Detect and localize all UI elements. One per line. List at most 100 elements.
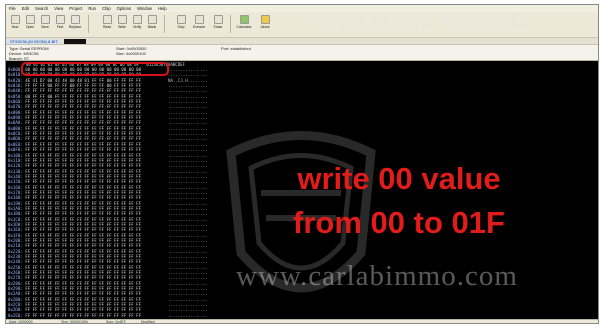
hex-bytes[interactable]: FF FF FF FF FF FF FF FF FF FF FF FF FF F… — [25, 217, 141, 222]
hex-bytes[interactable]: FF FF FF FF FF FF FF FF FF FF FF FF FF F… — [25, 254, 141, 259]
hex-bytes[interactable]: FF FF FF FF FF FF FF FF FF FF FF FF FF F… — [25, 110, 141, 115]
hex-bytes[interactable]: FF FF FF 00 FF FF 00 FF FF FF FF 00 FF F… — [25, 83, 141, 88]
ascii-row: ................ — [168, 179, 208, 185]
read-button[interactable]: Read — [100, 14, 114, 34]
toolbar-separator — [164, 15, 165, 33]
hex-bytes[interactable]: FF FF FF FF FF FF FF FF FF FF FF FF FF F… — [25, 286, 141, 291]
search-icon — [55, 15, 65, 24]
hex-bytes[interactable]: FF FF FF FF FF FF FF FF FF FF FF FF FF F… — [25, 275, 141, 280]
hex-bytes[interactable]: FF FF FF FF FF FF FF FF FF FF FF FF FF F… — [25, 169, 141, 174]
hex-address: 0x140: — [8, 173, 23, 179]
verify-icon — [132, 15, 142, 24]
menu-chip[interactable]: Chip — [99, 6, 114, 11]
ascii-row: ................ — [168, 72, 208, 78]
menu-project[interactable]: Project — [66, 6, 85, 11]
execute-icon — [194, 15, 204, 24]
new-button[interactable]: New — [8, 14, 22, 34]
hex-bytes[interactable]: FF FF FF FF FF FF FF FF FF FF FF FF FF F… — [25, 115, 141, 120]
hex-address: 0x160: — [8, 184, 23, 190]
ascii-row: ................ — [168, 312, 208, 318]
find-button[interactable]: Find — [53, 14, 67, 34]
hex-bytes[interactable]: FF FF FF FF FF FF FF FF FF FF FF FF FF F… — [25, 249, 141, 254]
hex-bytes[interactable]: FF FF FF FF FF FF FF FF FF FF FF FF FF F… — [25, 243, 141, 248]
menu-bar: File Edit Search View Project Run Chip O… — [6, 5, 598, 12]
hex-address: 0x0A0: — [8, 120, 23, 126]
hex-bytes[interactable]: FF FF FF FF FF FF FF FF FF FF FF FF FF F… — [25, 120, 141, 125]
hex-bytes[interactable]: FF FF FF FF FF FF FF FF FF FF FF FF FF F… — [25, 227, 141, 232]
hex-bytes[interactable]: FF FF FF FF FF FF FF FF FF FF FF FF FF F… — [25, 131, 141, 136]
hex-bytes[interactable]: FF FF FF FF FF FF FF FF FF FF FF FF FF F… — [25, 206, 141, 211]
menu-search[interactable]: Search — [32, 6, 51, 11]
menu-view[interactable]: View — [51, 6, 66, 11]
hex-address: 0x240: — [8, 259, 23, 265]
calculator-button[interactable]: Calculator — [236, 14, 252, 34]
hex-bytes[interactable]: FF FF FF FF FF FF FF FF FF FF FF FF FF F… — [25, 259, 141, 264]
hex-address: 0x030: — [8, 83, 23, 89]
hex-bytes[interactable]: FF FF FF FF FF FF FF FF FF FF FF FF FF F… — [25, 281, 141, 286]
hex-bytes[interactable]: FF FF FF FF FF FF FF FF FF FF FF FF FF F… — [25, 163, 141, 168]
hex-bytes[interactable]: FF FF FF FF FF FF FF FF FF FF FF FF FF F… — [25, 291, 141, 296]
hex-bytes[interactable]: FF FF FF FF FF FF FF FF FF FF FF FF FF F… — [25, 142, 141, 147]
hex-bytes[interactable]: FF FF FF FF FF FF FF FF FF FF FF FF FF F… — [25, 302, 141, 307]
execute-button[interactable]: Execute — [192, 14, 206, 34]
ascii-row: ................ — [168, 120, 208, 126]
hex-address: 0x250: — [8, 264, 23, 270]
blank-button[interactable]: Blank — [145, 14, 159, 34]
open-button[interactable]: Open — [23, 14, 37, 34]
hex-bytes[interactable]: FF FF FF FF FF FF FF FF FF FF FF FF FF F… — [25, 307, 141, 312]
hex-bytes[interactable]: FF FF FF FF FF FF FF FF FF FF FF FF FF F… — [25, 147, 141, 152]
hex-bytes[interactable]: FF FF FF FF FF FF FF FF FF FF FF FF FF F… — [25, 195, 141, 200]
hex-address: 0x120: — [8, 163, 23, 169]
hex-bytes[interactable]: FF FF FF FF FF FF FF FF FF FF FF FF FF F… — [25, 265, 141, 270]
hex-bytes[interactable]: FF FF FF FF FF FF FF FF FF FF FF FF FF F… — [25, 233, 141, 238]
verify-button[interactable]: Verify — [130, 14, 144, 34]
hex-bytes[interactable]: 4E 41 D7 00 43 4A 00 48 81 FF FF 00 FF F… — [25, 78, 141, 83]
hex-bytes[interactable]: FF FF FF FF FF FF FF FF FF FF FF FF FF F… — [25, 104, 141, 109]
menu-window[interactable]: Window — [134, 6, 155, 11]
hex-bytes[interactable]: FF FF FF FF FF FF FF FF FF FF FF FF FF F… — [25, 126, 141, 131]
menu-run[interactable]: Run — [85, 6, 99, 11]
hex-bytes[interactable]: FF FF FF FF FF FF FF FF FF FF FF FF FF F… — [25, 297, 141, 302]
hex-bytes[interactable]: FF FF FF FF FF FF FF FF FF FF FF FF FF F… — [25, 174, 141, 179]
hex-bytes[interactable]: FF FF FF FF FF FF FF FF FF FF FF FF FF F… — [25, 158, 141, 163]
write-chip-icon — [117, 15, 127, 24]
save-button[interactable]: Save — [38, 14, 52, 34]
menu-options[interactable]: Options — [114, 6, 134, 11]
hex-address: 0x110: — [8, 157, 23, 163]
hex-bytes[interactable]: FF FF FF FF FF FF FF FF FF FF FF FF FF F… — [25, 270, 141, 275]
device-dropdown[interactable]: ST93C56 (M 93C56) 8-BIT — [8, 39, 60, 44]
hex-bytes[interactable]: FF FF FF FF FF FF FF FF FF FF FF FF FF F… — [25, 179, 141, 184]
hex-bytes[interactable]: FF FF FF FF FF FF FF FF FF FF FF FF FF F… — [25, 99, 141, 104]
annotation-overlay: write 00 value from 00 to 01F — [249, 157, 549, 245]
menu-file[interactable]: File — [6, 6, 19, 11]
hex-address: 0x180: — [8, 195, 23, 201]
site-watermark: www.carlabimmo.com — [236, 260, 518, 292]
device-selector-row: ST93C56 (M 93C56) 8-BIT — [6, 38, 598, 45]
hex-bytes[interactable]: FF FF FF FF FF FF FF FF FF FF FF FF FF F… — [25, 211, 141, 216]
hex-bytes[interactable]: FF FF FF FF FF FF FF FF FF FF FF FF FF F… — [25, 313, 141, 318]
device-info-panel: Type: Serial EEPROM Device: M93C56 Branc… — [6, 45, 598, 61]
hex-address: 0x270: — [8, 275, 23, 281]
hex-bytes[interactable]: FF FF FF FF FF FF FF FF FF FF FF FF FF F… — [25, 153, 141, 158]
hex-bytes[interactable]: FF FF FF FF FF FF FF FF FF FF FF FF FF F… — [25, 201, 141, 206]
hex-bytes[interactable]: FF FF FF FF FF FF FF FF FF FF FF FF FF F… — [25, 136, 141, 141]
hex-bytes[interactable]: FF FF FF FF FF FF FF FF FF FF FF FF FF F… — [25, 185, 141, 190]
stop-button[interactable]: Stop — [174, 14, 188, 34]
hex-bytes[interactable]: FF FF FF FF FF FF FF FF FF FF FF FF FF F… — [25, 238, 141, 243]
hex-bytes[interactable]: FF FF FF FF FF FF FF FF FF FF FF FF FF F… — [25, 222, 141, 227]
hex-bytes[interactable]: FF FF FF FF FF FF FF FF FF FF FF FF FF F… — [25, 190, 141, 195]
ascii-row: ................ — [168, 275, 208, 281]
hex-bytes[interactable]: FF FF FF FF FF FF FF FF FF FF FF FF FF F… — [25, 88, 141, 93]
hex-address: 0x0D0: — [8, 136, 23, 142]
ascii-row: ................ — [168, 243, 208, 249]
hex-bytes[interactable]: 00 FF FF 00 FF FF FF FF FF FF FF FF FF F… — [25, 94, 141, 99]
menu-help[interactable]: Help — [155, 6, 170, 11]
menu-edit[interactable]: Edit — [19, 6, 32, 11]
erase-button[interactable]: Erase — [211, 14, 225, 34]
replace-button[interactable]: Replace — [68, 14, 82, 34]
open-folder-icon — [25, 15, 35, 24]
write-button[interactable]: Write — [115, 14, 129, 34]
toolbar-separator — [230, 15, 231, 33]
hex-row[interactable]: 0x2E0: FF FF FF FF FF FF FF FF FF FF FF … — [8, 313, 141, 318]
about-button[interactable]: About — [258, 14, 272, 34]
